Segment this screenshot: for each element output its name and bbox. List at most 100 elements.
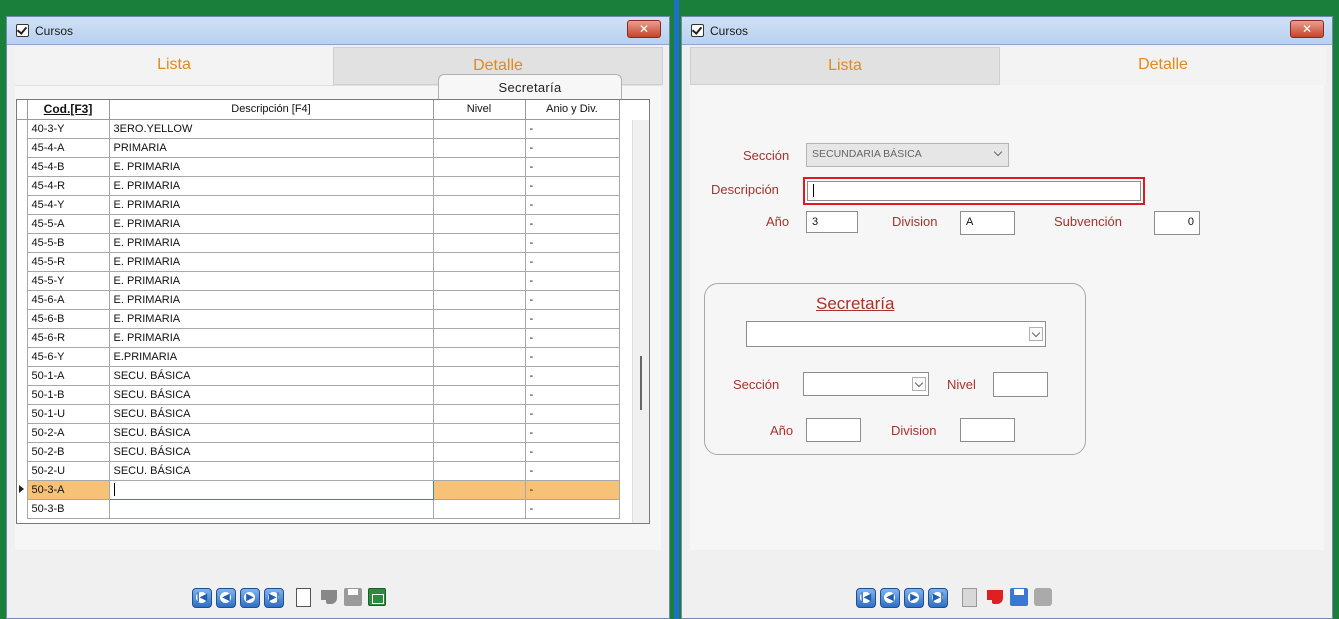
cell-anio-div[interactable]: - <box>524 137 620 158</box>
tab-lista[interactable]: Lista <box>15 47 333 85</box>
cell-cod[interactable]: 50-3-A <box>26 479 110 500</box>
delete-icon[interactable] <box>368 588 386 606</box>
last-record-icon[interactable]: ▶| <box>264 588 284 608</box>
column-header-anio-div[interactable]: Anio y Div. <box>524 100 620 120</box>
row-indicator[interactable] <box>17 214 28 233</box>
cell-anio-div[interactable]: - <box>524 365 620 386</box>
subvencion-input[interactable]: 0 <box>1154 211 1200 235</box>
cell-nivel[interactable] <box>432 213 526 234</box>
tab-detalle[interactable]: Detalle <box>1000 47 1326 85</box>
column-header-descripcion[interactable]: Descripción [F4] <box>108 100 434 120</box>
row-indicator[interactable] <box>17 366 28 385</box>
tab-lista[interactable]: Lista <box>690 47 1000 85</box>
cell-cod[interactable]: 45-6-A <box>26 289 110 310</box>
row-indicator[interactable] <box>17 404 28 423</box>
cell-nivel[interactable] <box>432 156 526 177</box>
cell-descripcion[interactable]: SECU. BÁSICA <box>108 441 434 462</box>
table-row[interactable]: 50-1-B SECU. BÁSICA - <box>17 384 620 405</box>
cell-descripcion[interactable]: PRIMARIA <box>108 137 434 158</box>
row-indicator[interactable] <box>17 385 28 404</box>
cell-nivel[interactable] <box>432 498 526 519</box>
table-row[interactable]: 45-5-B E. PRIMARIA - <box>17 232 620 253</box>
cell-anio-div[interactable]: - <box>524 346 620 367</box>
delete-icon[interactable] <box>1034 588 1052 606</box>
cell-anio-div[interactable]: - <box>524 175 620 196</box>
cell-cod[interactable]: 50-2-B <box>26 441 110 462</box>
division-input[interactable]: A <box>960 211 1015 235</box>
vertical-scrollbar[interactable] <box>632 120 649 523</box>
table-row[interactable]: 45-4-R E. PRIMARIA - <box>17 175 620 196</box>
cell-cod[interactable]: 45-5-R <box>26 251 110 272</box>
chevron-down-icon[interactable] <box>912 377 926 391</box>
row-indicator[interactable] <box>17 157 28 176</box>
cell-cod[interactable]: 45-5-B <box>26 232 110 253</box>
cell-nivel[interactable] <box>432 175 526 196</box>
cell-anio-div[interactable]: - <box>524 118 620 139</box>
cell-nivel[interactable] <box>432 118 526 139</box>
cell-nivel[interactable] <box>432 460 526 481</box>
close-button[interactable]: ✕ <box>627 20 661 38</box>
previous-record-icon[interactable]: ◀ <box>216 588 236 608</box>
row-indicator[interactable] <box>17 499 28 518</box>
table-row[interactable]: 50-1-U SECU. BÁSICA - <box>17 403 620 424</box>
cell-anio-div[interactable]: - <box>524 327 620 348</box>
table-row[interactable]: 45-5-R E. PRIMARIA - <box>17 251 620 272</box>
cell-nivel[interactable] <box>432 194 526 215</box>
cell-anio-div[interactable]: - <box>524 270 620 291</box>
table-row[interactable]: 45-6-R E. PRIMARIA - <box>17 327 620 348</box>
cell-cod[interactable]: 45-4-R <box>26 175 110 196</box>
row-indicator[interactable] <box>17 176 28 195</box>
cell-nivel[interactable] <box>432 441 526 462</box>
cell-descripcion[interactable]: E. PRIMARIA <box>108 289 434 310</box>
save-icon[interactable] <box>344 588 362 606</box>
previous-record-icon[interactable]: ◀ <box>880 588 900 608</box>
secretaria-select[interactable] <box>746 321 1046 347</box>
table-row[interactable]: 40-3-Y 3ERO.YELLOW - <box>17 118 620 139</box>
descripcion-input[interactable] <box>807 181 1141 201</box>
row-indicator[interactable] <box>17 461 28 480</box>
cell-nivel[interactable] <box>432 270 526 291</box>
first-record-icon[interactable]: |◀ <box>856 588 876 608</box>
cell-descripcion[interactable]: SECU. BÁSICA <box>108 422 434 443</box>
cell-descripcion[interactable]: E. PRIMARIA <box>108 213 434 234</box>
row-indicator[interactable] <box>17 347 28 366</box>
table-row[interactable]: 45-6-Y E.PRIMARIA - <box>17 346 620 367</box>
cell-cod[interactable]: 50-3-B <box>26 498 110 519</box>
cell-cod[interactable]: 45-6-Y <box>26 346 110 367</box>
cell-descripcion[interactable]: E. PRIMARIA <box>108 175 434 196</box>
cell-cod[interactable]: 50-1-U <box>26 403 110 424</box>
row-indicator[interactable] <box>17 290 28 309</box>
table-row[interactable]: 50-3-A - <box>17 479 620 500</box>
cell-anio-div[interactable]: - <box>524 232 620 253</box>
cell-anio-div[interactable]: - <box>524 403 620 424</box>
row-indicator[interactable] <box>17 195 28 214</box>
courses-grid[interactable]: Cod.[F3] Descripción [F4] Nivel Anio y D… <box>16 99 650 524</box>
row-indicator[interactable] <box>17 328 28 347</box>
cell-cod[interactable]: 45-5-A <box>26 213 110 234</box>
secretaria-seccion-select[interactable] <box>803 372 929 396</box>
cell-anio-div[interactable]: - <box>524 289 620 310</box>
cell-anio-div[interactable]: - <box>524 156 620 177</box>
table-row[interactable]: 50-2-A SECU. BÁSICA - <box>17 422 620 443</box>
anio-input[interactable]: 3 <box>806 211 858 233</box>
cell-cod[interactable]: 45-6-B <box>26 308 110 329</box>
cell-nivel[interactable] <box>432 137 526 158</box>
cell-anio-div[interactable]: - <box>524 479 620 500</box>
cell-cod[interactable]: 50-2-A <box>26 422 110 443</box>
cell-descripcion[interactable]: E.PRIMARIA <box>108 346 434 367</box>
cell-descripcion[interactable]: SECU. BÁSICA <box>108 460 434 481</box>
thumbs-down-icon[interactable] <box>986 590 1004 606</box>
cell-nivel[interactable] <box>432 251 526 272</box>
row-indicator[interactable] <box>17 138 28 157</box>
cell-cod[interactable]: 45-4-B <box>26 156 110 177</box>
table-row[interactable]: 45-4-A PRIMARIA - <box>17 137 620 158</box>
table-row[interactable]: 50-1-A SECU. BÁSICA - <box>17 365 620 386</box>
cell-anio-div[interactable]: - <box>524 213 620 234</box>
cell-anio-div[interactable]: - <box>524 308 620 329</box>
cell-descripcion[interactable] <box>108 479 434 500</box>
cell-cod[interactable]: 45-6-R <box>26 327 110 348</box>
table-row[interactable]: 45-4-B E. PRIMARIA - <box>17 156 620 177</box>
table-row[interactable]: 50-3-B - <box>17 498 620 519</box>
cell-cod[interactable]: 50-1-A <box>26 365 110 386</box>
table-row[interactable]: 50-2-U SECU. BÁSICA - <box>17 460 620 481</box>
